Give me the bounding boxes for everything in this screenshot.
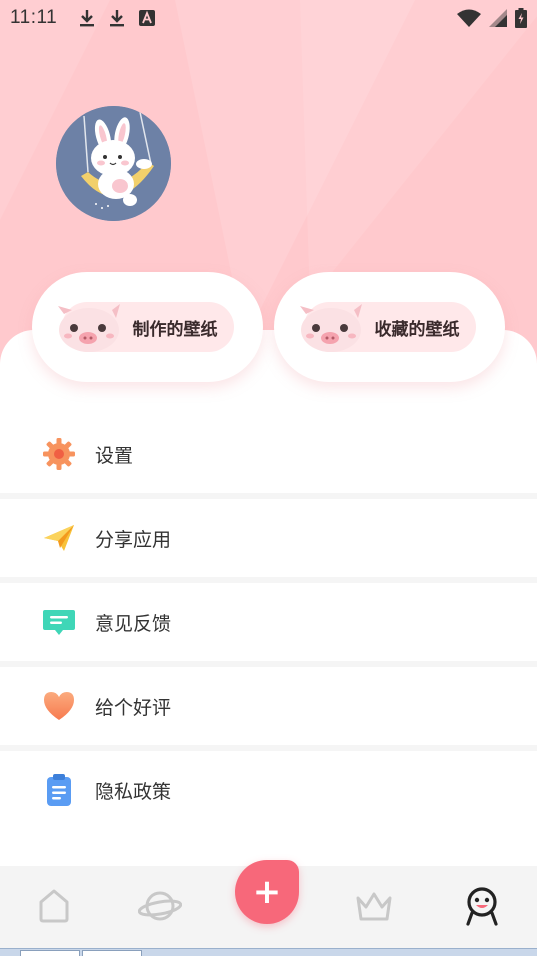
- paper-plane-icon: [42, 521, 76, 555]
- menu-label: 设置: [95, 444, 134, 467]
- taskbar-item[interactable]: [20, 950, 80, 956]
- settings-menu: 设置 分享应用 意见反馈 给个好评 隐私政策: [0, 415, 537, 835]
- profile-icon: [466, 887, 498, 926]
- wifi-icon: [457, 9, 481, 27]
- battery-icon: [515, 8, 527, 28]
- clipboard-icon: [42, 773, 76, 807]
- made-wallpapers-label: 制作的壁纸: [132, 319, 218, 340]
- menu-item-settings[interactable]: 设置: [0, 415, 537, 499]
- crown-icon: [356, 892, 392, 921]
- taskbar-item[interactable]: [82, 950, 142, 956]
- menu-item-privacy[interactable]: 隐私政策: [0, 751, 537, 829]
- text-icon: [139, 10, 156, 26]
- add-button[interactable]: +: [235, 860, 299, 924]
- menu-label: 意见反馈: [95, 612, 172, 635]
- favorite-wallpapers-chip: 收藏的壁纸: [299, 302, 476, 352]
- planet-icon: [138, 891, 182, 921]
- nav-profile[interactable]: [460, 884, 504, 928]
- nav-explore[interactable]: [138, 884, 182, 928]
- nav-ranking[interactable]: [352, 884, 396, 928]
- menu-item-share[interactable]: 分享应用: [0, 499, 537, 583]
- menu-item-rate[interactable]: 给个好评: [0, 667, 537, 751]
- made-wallpapers-chip: 制作的壁纸: [57, 302, 234, 352]
- favorite-wallpapers-label: 收藏的壁纸: [374, 319, 460, 340]
- menu-label: 给个好评: [95, 696, 172, 719]
- pig-icon: [57, 304, 120, 352]
- favorite-wallpapers-button[interactable]: 收藏的壁纸: [274, 272, 505, 382]
- status-left-icons: [79, 9, 156, 27]
- menu-label: 分享应用: [95, 528, 172, 551]
- download-icon: [110, 10, 125, 27]
- download-icon: [80, 10, 95, 27]
- status-right-icons: [457, 8, 527, 28]
- heart-icon: [42, 689, 76, 723]
- bunny-avatar: [56, 106, 171, 221]
- message-icon: [42, 605, 76, 639]
- add-icon: +: [252, 872, 282, 912]
- light-ray: [300, 0, 537, 300]
- status-bar: 11:11: [0, 0, 537, 36]
- gear-icon: [42, 437, 76, 471]
- status-time: 11:11: [10, 7, 58, 28]
- nav-home[interactable]: [32, 884, 76, 928]
- pig-icon: [299, 304, 362, 352]
- made-wallpapers-button[interactable]: 制作的壁纸: [32, 272, 263, 382]
- signal-icon: [489, 9, 507, 27]
- host-taskbar: [0, 948, 537, 956]
- menu-item-feedback[interactable]: 意见反馈: [0, 583, 537, 667]
- home-icon: [39, 889, 69, 923]
- avatar[interactable]: [56, 106, 171, 221]
- menu-label: 隐私政策: [95, 780, 172, 803]
